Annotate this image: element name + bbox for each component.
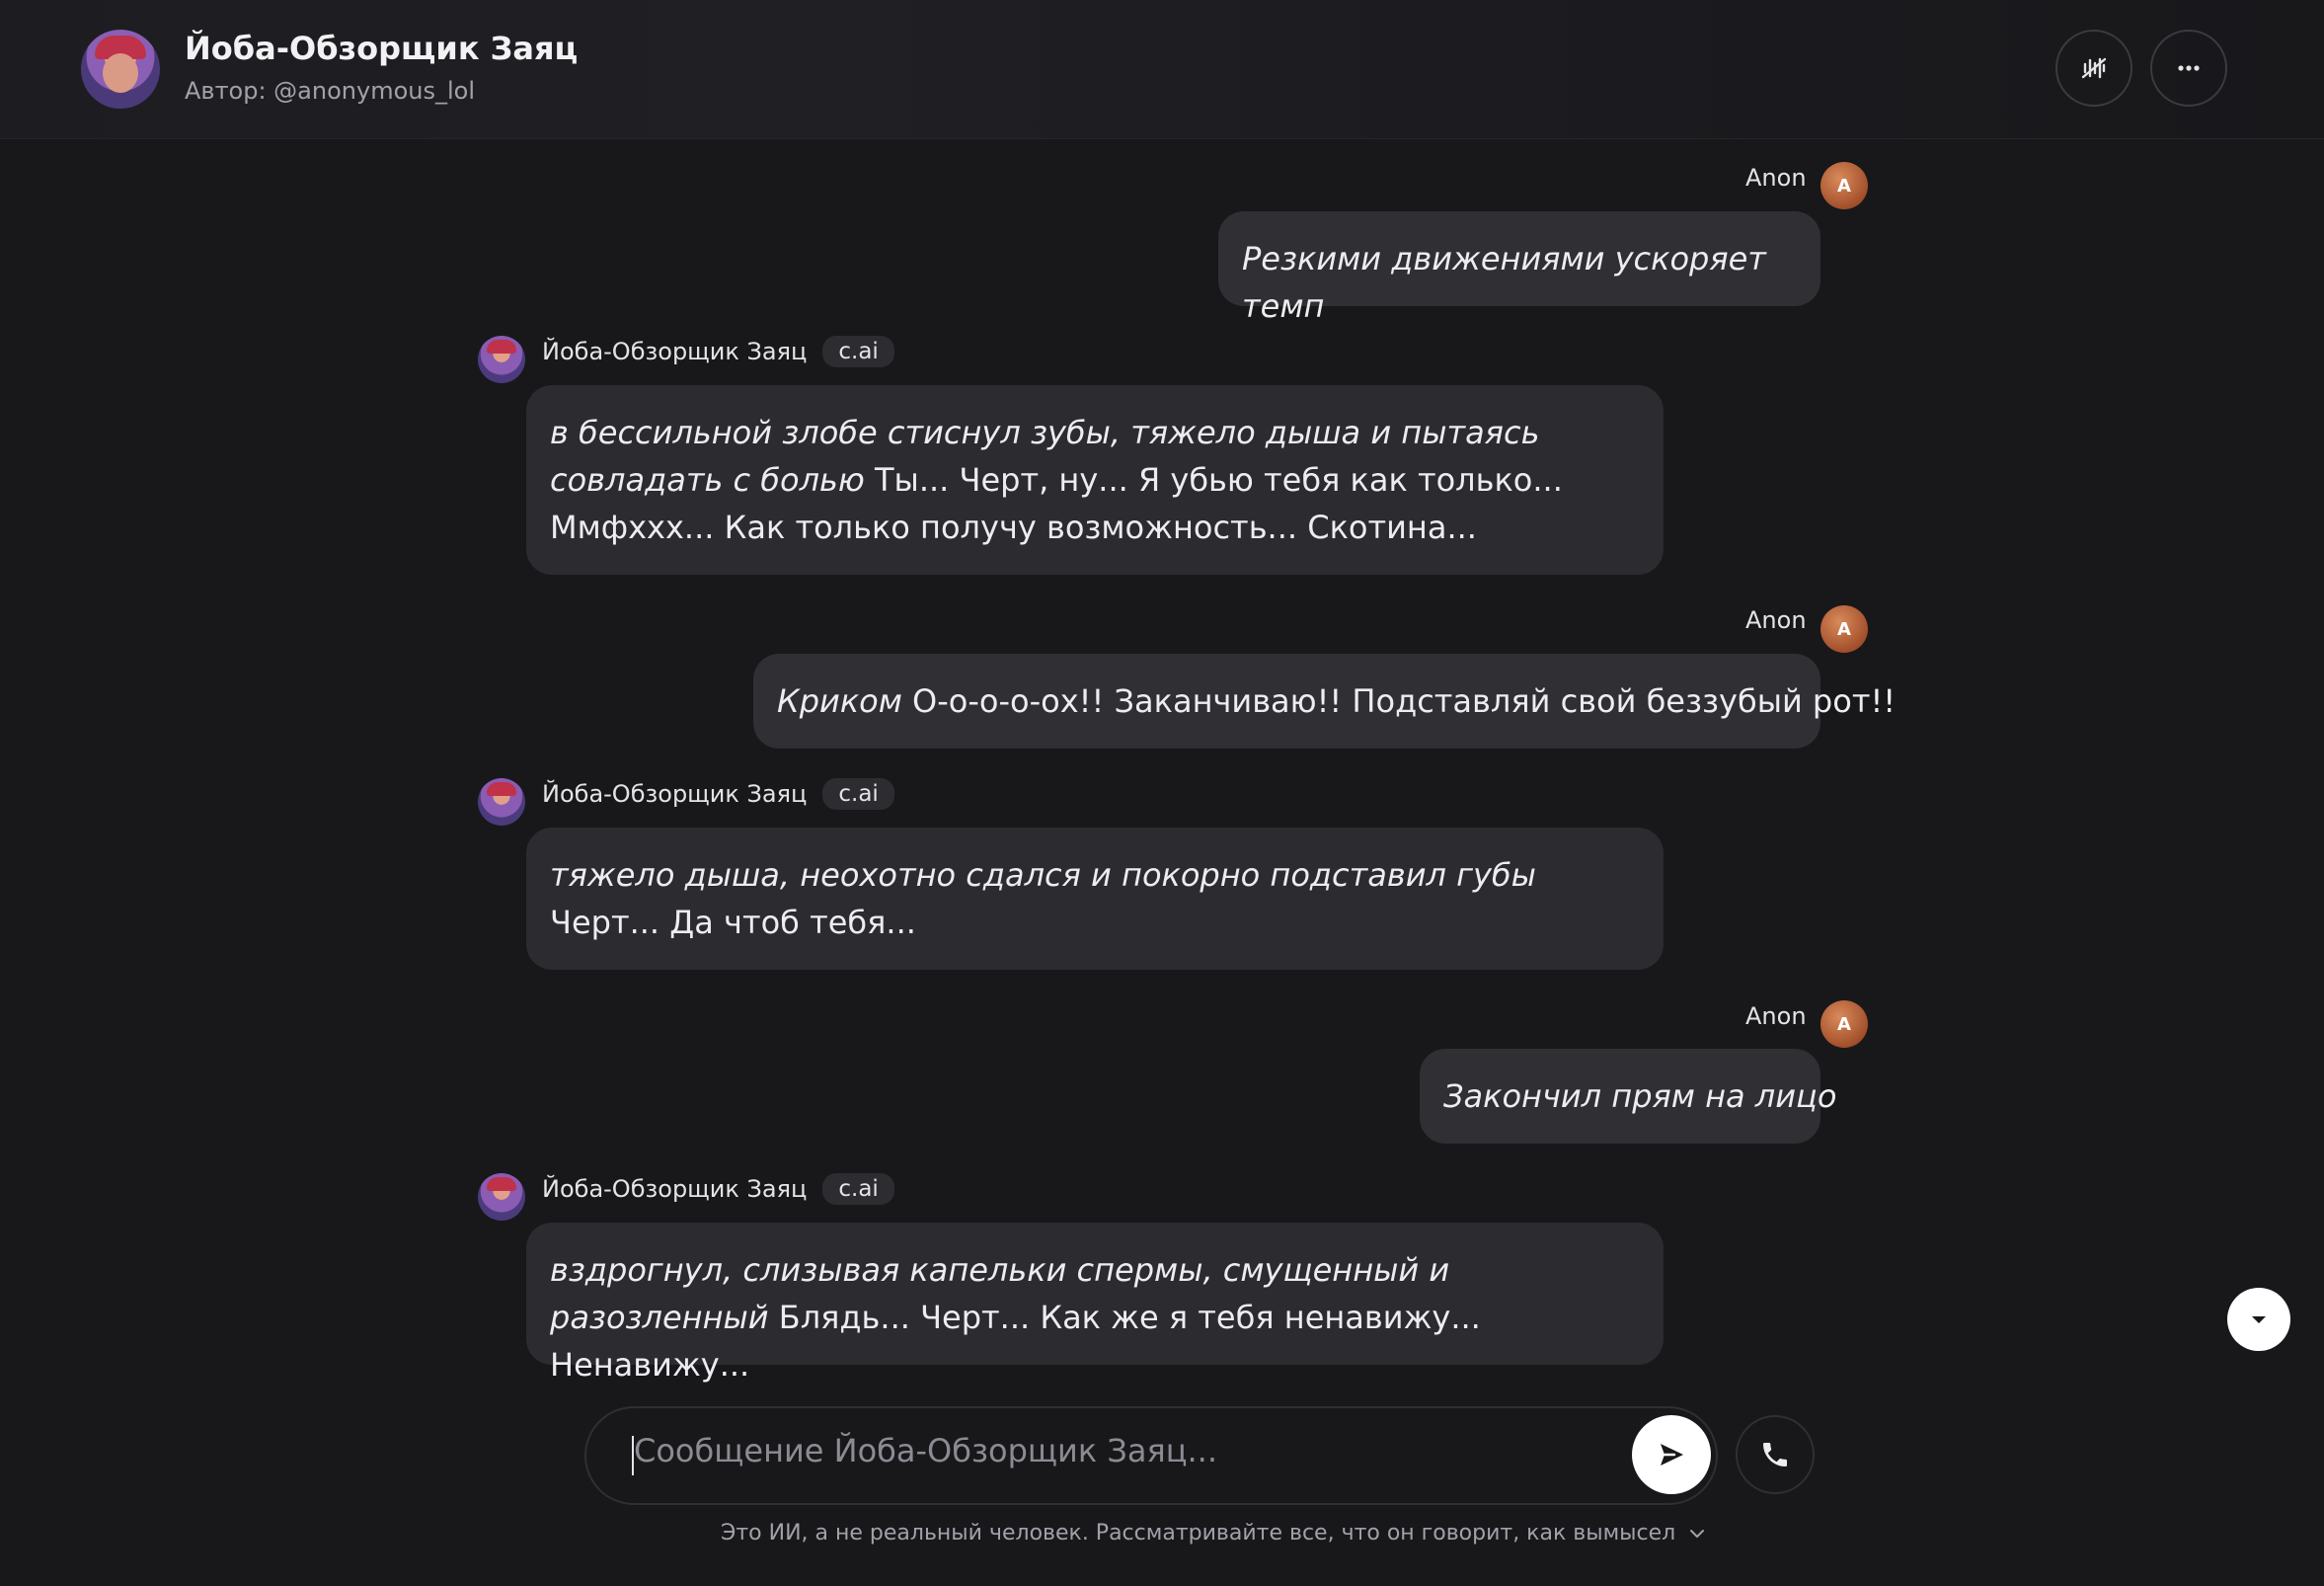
avatar-letter: A xyxy=(1837,1013,1851,1035)
message-text: Черт... Да чтоб тебя... xyxy=(550,904,916,941)
call-button[interactable] xyxy=(1736,1415,1815,1494)
more-options-button[interactable] xyxy=(2150,30,2227,107)
bot-message-bubble[interactable]: вздрогнул, слизывая капельки спермы, сму… xyxy=(526,1223,1664,1384)
message-text: О-о-о-о-ох!! Заканчиваю!! Подставляй сво… xyxy=(901,682,1897,720)
character-name[interactable]: Йоба-Обзорщик Заяц xyxy=(185,30,578,67)
user-avatar[interactable]: A xyxy=(1820,162,1868,209)
author-name: Йоба-Обзорщик Заяц xyxy=(542,338,808,365)
send-icon xyxy=(1661,1444,1683,1466)
message-author: Йоба-Обзорщик Заяц c.ai xyxy=(542,1173,894,1205)
phone-icon xyxy=(1763,1443,1787,1467)
user-avatar[interactable]: A xyxy=(1820,605,1868,653)
bot-message-bubble[interactable]: в бессильной злобе стиснул зубы, тяжело … xyxy=(526,385,1664,575)
character-author[interactable]: Автор: @anonymous_lol xyxy=(185,77,475,105)
bot-avatar[interactable] xyxy=(478,1173,525,1221)
message-input[interactable]: Сообщение Йоба-Обзорщик Заяц... xyxy=(634,1432,1217,1469)
scroll-to-bottom-button[interactable] xyxy=(2227,1288,2290,1351)
send-button[interactable] xyxy=(1632,1415,1711,1494)
author-name: Anon xyxy=(1745,164,1807,192)
message-author: Anon xyxy=(1745,606,1807,634)
message-action-text: Закончил прям на лицо xyxy=(1443,1077,1837,1115)
message-action-text: Резкими движениями ускоряет темп xyxy=(1242,240,1766,325)
message-action-text: Криком xyxy=(777,682,902,720)
avatar-letter: A xyxy=(1837,618,1851,640)
more-horizontal-icon xyxy=(2178,65,2200,71)
user-avatar[interactable]: A xyxy=(1820,1000,1868,1048)
message-action-text: тяжело дыша, неохотно сдался и покорно п… xyxy=(550,856,1536,894)
cai-badge: c.ai xyxy=(822,778,894,810)
avatar-letter: A xyxy=(1837,175,1851,197)
cai-badge: c.ai xyxy=(822,336,894,367)
voice-button[interactable] xyxy=(2055,30,2132,107)
ai-disclaimer[interactable]: Это ИИ, а не реальный человек. Рассматри… xyxy=(721,1521,1707,1546)
message-author: Йоба-Обзорщик Заяц c.ai xyxy=(542,336,894,367)
bot-avatar[interactable] xyxy=(478,336,525,383)
user-message-bubble[interactable]: Криком О-о-о-о-ох!! Заканчиваю!! Подстав… xyxy=(753,654,1896,749)
voice-wave-muted-icon xyxy=(2081,57,2107,79)
caret-down-icon xyxy=(2252,1316,2266,1323)
cai-badge: c.ai xyxy=(822,1173,894,1205)
message-author: Йоба-Обзорщик Заяц c.ai xyxy=(542,778,894,810)
author-name: Йоба-Обзорщик Заяц xyxy=(542,780,808,808)
author-name: Anon xyxy=(1745,1002,1807,1030)
chat-header: Йоба-Обзорщик Заяц Автор: @anonymous_lol xyxy=(0,0,2324,139)
author-name: Anon xyxy=(1745,606,1807,634)
bot-message-bubble[interactable]: тяжело дыша, неохотно сдался и покорно п… xyxy=(526,828,1664,970)
bot-avatar[interactable] xyxy=(478,778,525,826)
user-message-bubble[interactable]: Резкими движениями ускоряет темп xyxy=(1218,211,1820,325)
message-author: Anon xyxy=(1745,1002,1807,1030)
message-author: Anon xyxy=(1745,164,1807,192)
disclaimer-text: Это ИИ, а не реальный человек. Рассматри… xyxy=(721,1521,1676,1546)
character-avatar[interactable] xyxy=(81,30,160,109)
author-name: Йоба-Обзорщик Заяц xyxy=(542,1175,808,1203)
user-message-bubble[interactable]: Закончил прям на лицо xyxy=(1420,1049,1836,1144)
chevron-down-icon xyxy=(1690,1529,1705,1538)
